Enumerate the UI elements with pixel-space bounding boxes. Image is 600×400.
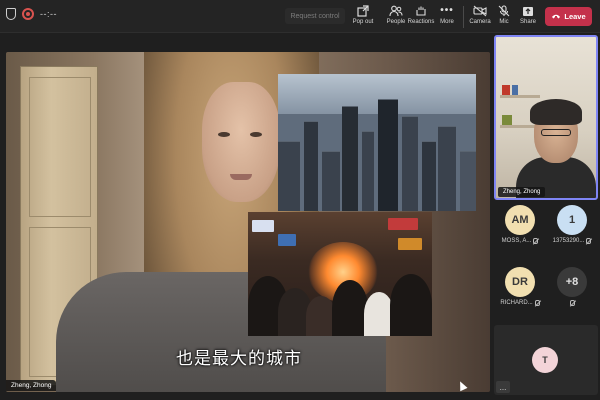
featured-name-tag: Zheng, Zhong — [498, 187, 546, 197]
overflow-mute-row — [569, 300, 575, 306]
record-icon — [22, 8, 34, 20]
participant-name: RICHARD... — [500, 300, 533, 306]
main-video-stage: 也是最大的城市 Zheng, Zhong — [6, 52, 490, 392]
camera-off-icon — [473, 4, 487, 17]
avatar: AM — [505, 205, 535, 235]
avatar: 1 — [557, 205, 587, 235]
mic-muted-icon — [586, 238, 592, 244]
participant-name-row: MOSS, A... — [502, 238, 539, 244]
mic-muted-icon — [533, 238, 539, 244]
share-label: Share — [519, 19, 536, 25]
participant-tile[interactable]: 1 13753290... — [546, 205, 598, 255]
times-square-image — [248, 212, 432, 336]
participant-name: MOSS, A... — [501, 238, 532, 244]
pop-out-label: Pop out — [352, 19, 374, 25]
presenter-name-tag: Zheng, Zhong — [6, 380, 57, 391]
mic-label: Mic — [499, 19, 509, 25]
phone-hangup-icon — [551, 12, 561, 21]
participant-glasses — [541, 129, 571, 136]
toolbar-left: --:-- — [6, 8, 57, 20]
leave-label: Leave — [564, 12, 586, 21]
avatar: T — [532, 347, 558, 373]
city-aerial-image — [278, 74, 476, 211]
shield-icon[interactable] — [6, 8, 16, 20]
avatar: DR — [505, 267, 535, 297]
meeting-timer: --:-- — [40, 9, 57, 19]
mic-muted-icon — [534, 300, 540, 306]
featured-participant-tile[interactable]: Zheng, Zhong — [494, 35, 598, 200]
participant-tile[interactable]: DR RICHARD... — [494, 267, 546, 317]
participant-tile[interactable]: AM MOSS, A... — [494, 205, 546, 255]
participant-hair — [530, 99, 582, 125]
more-icon: ••• — [440, 5, 454, 16]
overflow-count: +8 — [557, 267, 587, 297]
participants-panel: Zheng, Zhong AM MOSS, A... 1 13753290...… — [494, 35, 598, 400]
pop-out-button[interactable]: Pop out — [346, 4, 380, 30]
participant-name-row: 13753290... — [553, 238, 592, 244]
share-button[interactable]: Share — [511, 4, 545, 30]
pop-out-icon — [357, 4, 369, 17]
participant-name: 13753290... — [552, 238, 585, 244]
request-control-button[interactable]: Request control — [285, 8, 345, 24]
caption-subtitle: 也是最大的城市 — [176, 349, 302, 369]
more-label: More — [440, 19, 454, 25]
reactions-icon — [415, 4, 427, 17]
mic-muted-icon — [569, 300, 575, 306]
presenter-face — [202, 82, 280, 202]
people-icon — [389, 4, 403, 17]
more-button[interactable]: ••• More — [430, 4, 464, 30]
meeting-toolbar: --:-- Request control Pop out People Rea… — [0, 0, 600, 33]
mic-off-icon — [498, 4, 510, 17]
leave-button[interactable]: Leave — [545, 7, 592, 26]
people-label: People — [386, 19, 406, 25]
share-icon — [522, 4, 534, 17]
more-options-icon[interactable]: ... — [496, 381, 510, 393]
more-participants-button[interactable]: +8 — [546, 267, 598, 317]
participant-name-row: RICHARD... — [500, 300, 540, 306]
